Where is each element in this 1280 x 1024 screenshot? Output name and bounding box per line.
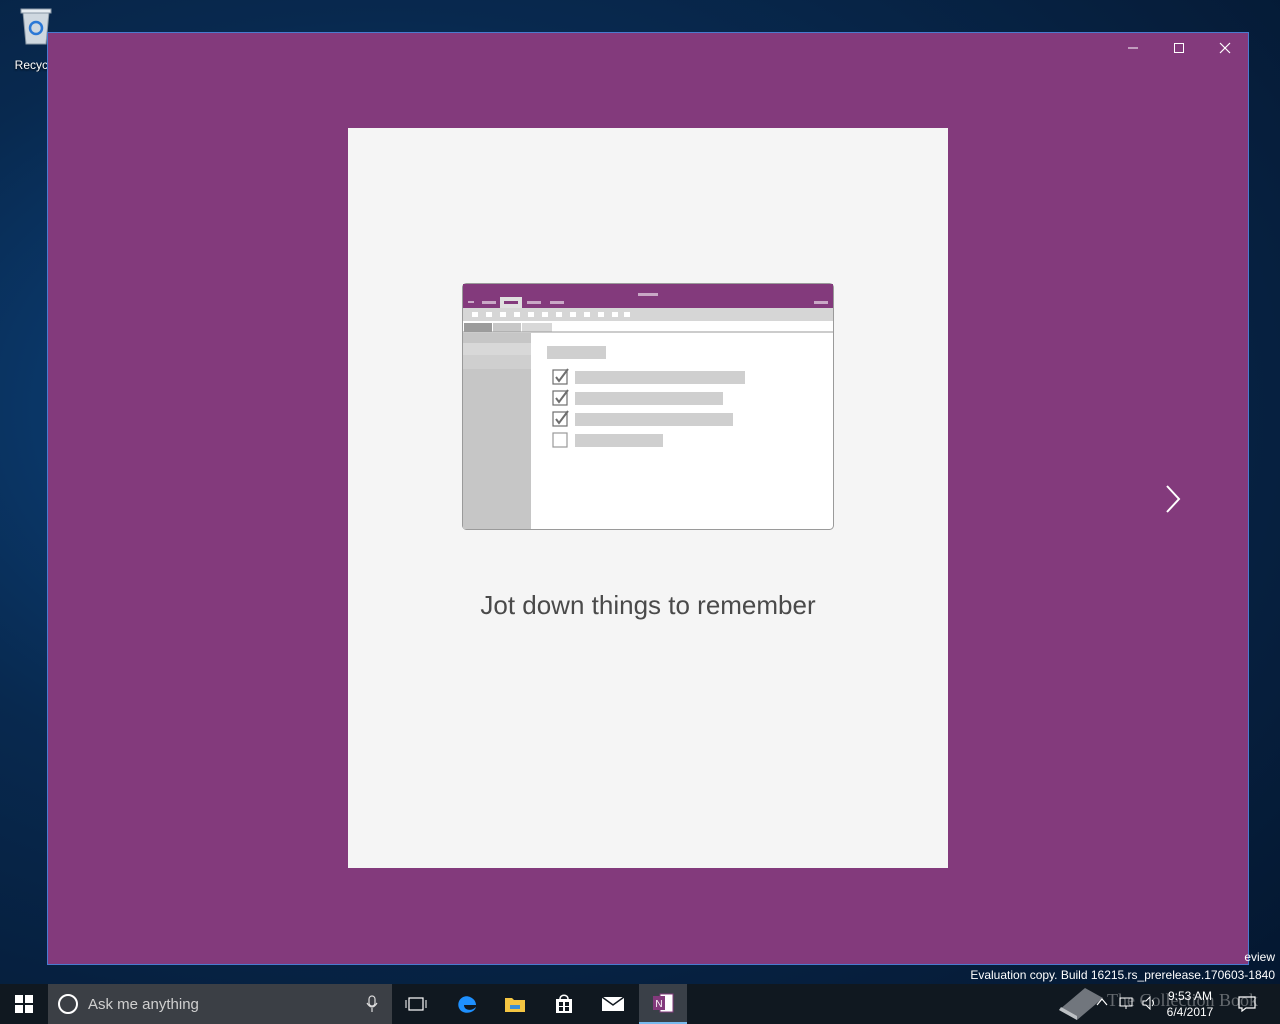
start-button[interactable] — [0, 984, 48, 1024]
edge-icon — [458, 996, 476, 1013]
network-icon[interactable] — [1118, 996, 1134, 1010]
mail-button[interactable] — [589, 984, 637, 1024]
file-explorer-button[interactable] — [491, 984, 539, 1024]
onenote-icon: N — [653, 993, 674, 1013]
onenote-checklist-illustration — [462, 283, 834, 530]
chevron-right-icon — [1166, 485, 1181, 513]
file-explorer-icon — [505, 998, 525, 1012]
store-button[interactable] — [540, 984, 588, 1024]
window-controls — [1110, 33, 1248, 63]
next-slide-button[interactable] — [1161, 483, 1185, 515]
close-icon — [1219, 42, 1231, 54]
taskbar-clock[interactable]: 9:53 AM 6/4/2017 — [1160, 988, 1220, 1020]
task-view-button[interactable] — [392, 984, 440, 1024]
chevron-up-icon[interactable] — [1096, 996, 1108, 1008]
welcome-card: Jot down things to remember — [348, 128, 948, 868]
close-button[interactable] — [1202, 33, 1248, 63]
action-center-icon[interactable] — [1238, 996, 1256, 1012]
edge-button[interactable] — [443, 984, 491, 1024]
taskbar: N The Collection Book 9:53 AM 6/4/2017 — [0, 984, 1280, 1024]
card-caption: Jot down things to remember — [480, 590, 816, 620]
onenote-window: Jot down things to remember — [47, 32, 1249, 965]
clock-time: 9:53 AM — [1167, 989, 1213, 1003]
windows-logo-icon — [15, 995, 33, 1013]
search-input[interactable] — [88, 995, 348, 1013]
search-box[interactable] — [48, 984, 392, 1024]
system-tray: The Collection Book 9:53 AM 6/4/2017 — [1020, 984, 1280, 1024]
minimize-icon — [1128, 47, 1138, 49]
mail-icon — [601, 996, 625, 1011]
evaluation-watermark: eview Evaluation copy. Build 16215.rs_pr… — [970, 950, 1275, 983]
svg-text:N: N — [655, 999, 662, 1010]
onenote-button[interactable]: N — [639, 984, 687, 1024]
microphone-icon[interactable] — [366, 995, 378, 1013]
store-icon — [556, 994, 572, 1013]
maximize-icon — [1174, 43, 1184, 53]
minimize-button[interactable] — [1110, 33, 1156, 63]
volume-icon[interactable] — [1142, 996, 1158, 1010]
task-view-icon — [405, 997, 427, 1011]
watermark-preview-fragment: eview — [1244, 950, 1275, 964]
cortana-icon — [58, 994, 78, 1014]
watermark-build-text: Evaluation copy. Build 16215.rs_prerelea… — [970, 968, 1275, 982]
clock-date: 6/4/2017 — [1166, 1005, 1214, 1019]
maximize-button[interactable] — [1156, 33, 1202, 63]
